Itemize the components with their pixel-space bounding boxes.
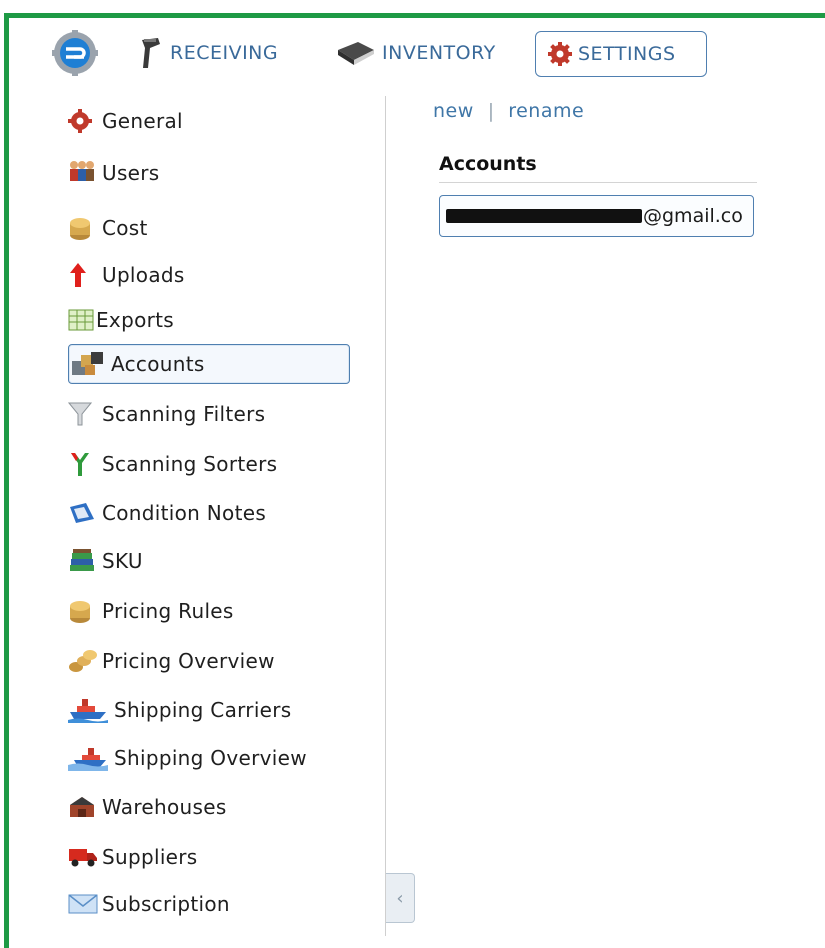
tab-inventory[interactable]: INVENTORY <box>336 31 496 75</box>
coin-stack-icon <box>68 648 98 674</box>
sidebar-item-cost[interactable]: Cost <box>68 208 350 248</box>
sidebar-item-condition-notes[interactable]: Condition Notes <box>68 493 350 533</box>
sidebar-item-shipping-carriers[interactable]: Shipping Carriers <box>68 690 350 730</box>
account-list-item[interactable]: @gmail.co <box>439 195 754 237</box>
tab-settings-label: SETTINGS <box>578 43 676 65</box>
sidebar-item-label: Cost <box>102 216 148 240</box>
sidebar-item-label: Condition Notes <box>102 501 267 525</box>
sidebar-item-label: Users <box>102 161 160 185</box>
accounts-column-header: Accounts <box>439 153 757 183</box>
coins-icon <box>68 598 98 624</box>
ship-icon <box>68 697 108 723</box>
scanner-icon <box>142 38 160 68</box>
sidebar-item-scanning-filters[interactable]: Scanning Filters <box>68 394 350 434</box>
account-email: @gmail.co <box>643 205 743 227</box>
sidebar-item-subscription[interactable]: Subscription <box>68 884 350 924</box>
sidebar-item-label: Shipping Overview <box>114 746 307 770</box>
sidebar-item-label: Pricing Overview <box>102 649 275 673</box>
tab-settings[interactable]: SETTINGS <box>535 31 707 77</box>
sidebar-item-warehouses[interactable]: Warehouses <box>68 787 350 827</box>
ship-icon <box>68 745 108 771</box>
books-icon <box>68 548 98 574</box>
sidebar-item-pricing-overview[interactable]: Pricing Overview <box>68 641 350 681</box>
sidebar-item-general[interactable]: General <box>68 101 350 141</box>
sidebar-item-label: Uploads <box>102 263 185 287</box>
accounts-icon <box>71 351 107 377</box>
sidebar-item-sku[interactable]: SKU <box>68 541 350 581</box>
funnel-icon <box>68 401 98 427</box>
rename-link[interactable]: rename <box>508 100 584 122</box>
redacted-email-prefix <box>446 209 642 223</box>
envelope-icon <box>68 891 98 917</box>
sidebar-item-shipping-overview[interactable]: Shipping Overview <box>68 738 350 778</box>
book-icon <box>338 42 374 65</box>
sidebar-item-label: General <box>102 109 183 133</box>
new-link[interactable]: new <box>433 100 474 122</box>
coins-icon <box>68 215 98 241</box>
upload-arrow-icon <box>68 262 98 288</box>
truck-icon <box>68 844 98 870</box>
sidebar-item-uploads[interactable]: Uploads <box>68 255 350 295</box>
account-actions: new | rename <box>433 100 584 122</box>
sidebar-item-label: SKU <box>102 549 143 573</box>
sidebar-item-pricing-rules[interactable]: Pricing Rules <box>68 591 350 631</box>
sidebar-item-users[interactable]: Users <box>68 153 350 193</box>
tab-receiving[interactable]: RECEIVING <box>138 31 278 75</box>
sidebar-item-label: Shipping Carriers <box>114 698 292 722</box>
note-icon <box>68 500 98 526</box>
sidebar-item-label: Scanning Sorters <box>102 452 278 476</box>
sidebar-item-label: Exports <box>96 308 174 332</box>
chevron-left-icon: ‹ <box>396 887 404 909</box>
sidebar-item-label: Accounts <box>111 352 205 376</box>
warehouse-icon <box>68 794 98 820</box>
sidebar-item-label: Pricing Rules <box>102 599 234 623</box>
fork-icon <box>68 451 98 477</box>
users-icon <box>68 160 98 186</box>
action-separator: | <box>487 100 495 122</box>
sidebar-item-suppliers[interactable]: Suppliers <box>68 837 350 877</box>
gear-icon <box>548 42 572 66</box>
tab-receiving-label: RECEIVING <box>170 42 279 64</box>
app-logo-icon[interactable] <box>52 30 98 76</box>
gear-icon <box>68 108 98 134</box>
collapse-sidebar-button[interactable]: ‹ <box>386 873 415 923</box>
tab-inventory-label: INVENTORY <box>382 42 496 64</box>
sidebar-item-label: Scanning Filters <box>102 402 266 426</box>
spreadsheet-icon <box>68 307 94 333</box>
sidebar-item-label: Suppliers <box>102 845 198 869</box>
sidebar-item-scanning-sorters[interactable]: Scanning Sorters <box>68 444 350 484</box>
sidebar-item-accounts[interactable]: Accounts <box>68 344 350 384</box>
sidebar-item-label: Warehouses <box>102 795 227 819</box>
sidebar-item-exports[interactable]: Exports <box>68 300 350 340</box>
sidebar-item-label: Subscription <box>102 892 230 916</box>
sidebar-divider <box>385 96 386 936</box>
